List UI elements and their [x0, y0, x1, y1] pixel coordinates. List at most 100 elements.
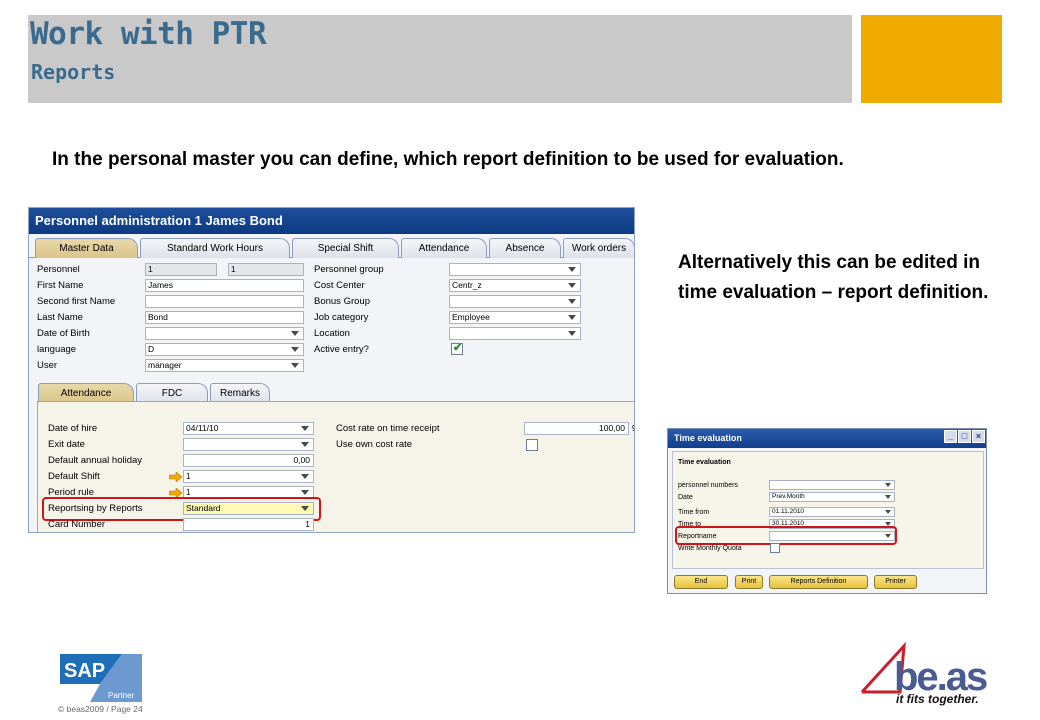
active-entry-checkbox[interactable]: ✔ [451, 342, 463, 355]
user-dropdown[interactable]: manager [145, 359, 304, 372]
personnel-value-1: 1 [148, 264, 153, 274]
bonus-group-dropdown[interactable] [449, 295, 581, 308]
exit-date-dropdown[interactable] [183, 438, 314, 451]
chevron-down-icon [301, 490, 309, 495]
subtab-remarks[interactable]: Remarks [210, 383, 270, 403]
reports-definition-button[interactable]: Reports Definition [769, 575, 868, 589]
date-dropdown[interactable]: Prev.Month [769, 492, 895, 502]
tab-work-orders[interactable]: Work orders [563, 238, 634, 258]
slide-title: Work with PTR [30, 16, 267, 52]
card-number-value: 1 [305, 519, 310, 529]
time-from-label: Time from [678, 509, 710, 516]
tab-special-shift[interactable]: Special Shift [292, 238, 399, 258]
checkmark-icon: ✔ [453, 342, 463, 354]
date-label: Date [678, 494, 693, 501]
time-from-dropdown[interactable]: 01.11.2010 [769, 507, 895, 517]
maximize-icon[interactable]: □ [958, 430, 971, 443]
chevron-down-icon [568, 315, 576, 320]
personnel-group-label: Personnel group [314, 264, 384, 275]
exit-date-label: Exit date [48, 439, 85, 450]
tab-standard-work-hours[interactable]: Standard Work Hours [140, 238, 290, 258]
subtab-attendance[interactable]: Attendance [38, 383, 134, 403]
card-number-label: Card Number [48, 519, 106, 530]
tab-attendance[interactable]: Attendance [401, 238, 487, 258]
chevron-down-icon [568, 299, 576, 304]
accent-block [861, 15, 1002, 103]
personnel-tabs: Master Data Standard Work Hours Special … [29, 236, 634, 258]
chevron-down-icon [568, 331, 576, 336]
first-name-value: James [148, 280, 174, 290]
sap-partner-logo: SAP Partner [60, 654, 142, 702]
personnel-group-dropdown[interactable] [449, 263, 581, 276]
default-annual-holiday-value: 0,00 [293, 455, 310, 465]
last-name-value: Bond [148, 312, 168, 322]
minimize-icon[interactable]: _ [944, 430, 957, 443]
time-from-value: 01.11.2010 [772, 508, 805, 515]
cost-rate-label: Cost rate on time receipt [336, 423, 440, 434]
first-name-field[interactable]: James [145, 279, 304, 292]
time-evaluation-window: Time evaluation _ □ × Time evaluation pe… [667, 428, 987, 594]
cost-center-label: Cost Center [314, 280, 365, 291]
personnel-numbers-dropdown[interactable] [769, 480, 895, 490]
location-dropdown[interactable] [449, 327, 581, 340]
personnel-field-1: 1 [145, 263, 217, 276]
date-of-hire-label: Date of hire [48, 423, 98, 434]
card-number-field[interactable]: 1 [183, 518, 314, 531]
chevron-down-icon [291, 331, 299, 336]
personnel-numbers-label: personnel numbers [678, 482, 738, 489]
personnel-value-2: 1 [231, 264, 236, 274]
language-label: language [37, 344, 77, 355]
close-icon[interactable]: × [972, 430, 985, 443]
chevron-down-icon [568, 283, 576, 288]
cost-rate-suffix: 9 [632, 422, 634, 436]
time-evaluation-heading: Time evaluation [678, 459, 731, 466]
date-of-hire-value: 04/11/10 [186, 423, 219, 433]
subtab-fdc[interactable]: FDC [136, 383, 208, 403]
job-category-value: Employee [452, 312, 490, 322]
time-evaluation-title: Time evaluation [668, 429, 986, 448]
second-first-name-field[interactable] [145, 295, 304, 308]
language-dropdown[interactable]: D [145, 343, 304, 356]
chevron-down-icon [885, 483, 891, 487]
chevron-down-icon [301, 442, 309, 447]
printer-button[interactable]: Printer [874, 575, 917, 589]
active-entry-label: Active entry? [314, 344, 369, 355]
user-label: User [37, 360, 58, 371]
second-first-name-label: Second first Name [37, 296, 116, 307]
own-cost-rate-label: Use own cost rate [336, 439, 413, 450]
location-label: Location [314, 328, 350, 339]
end-button[interactable]: End [674, 575, 728, 589]
link-arrow-icon[interactable] [169, 472, 182, 482]
personnel-window-title: Personnel administration 1 James Bond [29, 208, 634, 234]
chevron-down-icon [301, 426, 309, 431]
default-shift-dropdown[interactable]: 1 [183, 470, 314, 483]
chevron-down-icon [301, 474, 309, 479]
default-shift-value: 1 [186, 471, 191, 481]
beas-tagline: it fits together. [896, 692, 979, 706]
job-category-dropdown[interactable]: Employee [449, 311, 581, 324]
tab-master-data[interactable]: Master Data [35, 238, 138, 258]
default-annual-holiday-field[interactable]: 0,00 [183, 454, 314, 467]
personnel-field-2: 1 [228, 263, 304, 276]
chevron-down-icon [885, 510, 891, 514]
date-of-birth-dropdown[interactable] [145, 327, 304, 340]
date-of-birth-label: Date of Birth [37, 328, 90, 339]
chevron-down-icon [291, 347, 299, 352]
date-value: Prev.Month [772, 493, 805, 500]
cost-rate-field[interactable]: 100,00 [524, 422, 629, 435]
cost-center-dropdown[interactable]: Centr_z [449, 279, 581, 292]
date-of-hire-dropdown[interactable]: 04/11/10 [183, 422, 314, 435]
monthly-quota-checkbox[interactable] [770, 543, 780, 553]
sap-partner-text: Partner [108, 691, 135, 700]
slide-subtitle: Reports [31, 60, 116, 84]
tab-absence[interactable]: Absence [489, 238, 561, 258]
cost-rate-value: 100,00 [599, 423, 625, 433]
alternative-text: Alternatively this can be edited in time… [678, 252, 989, 303]
personnel-window: Personnel administration 1 James Bond Ma… [28, 207, 635, 533]
sap-logo-text: SAP [64, 660, 105, 682]
print-button[interactable]: Print [735, 575, 763, 589]
highlight-reportname [675, 526, 897, 545]
chevron-down-icon [885, 495, 891, 499]
last-name-field[interactable]: Bond [145, 311, 304, 324]
own-cost-rate-checkbox[interactable] [526, 439, 538, 451]
